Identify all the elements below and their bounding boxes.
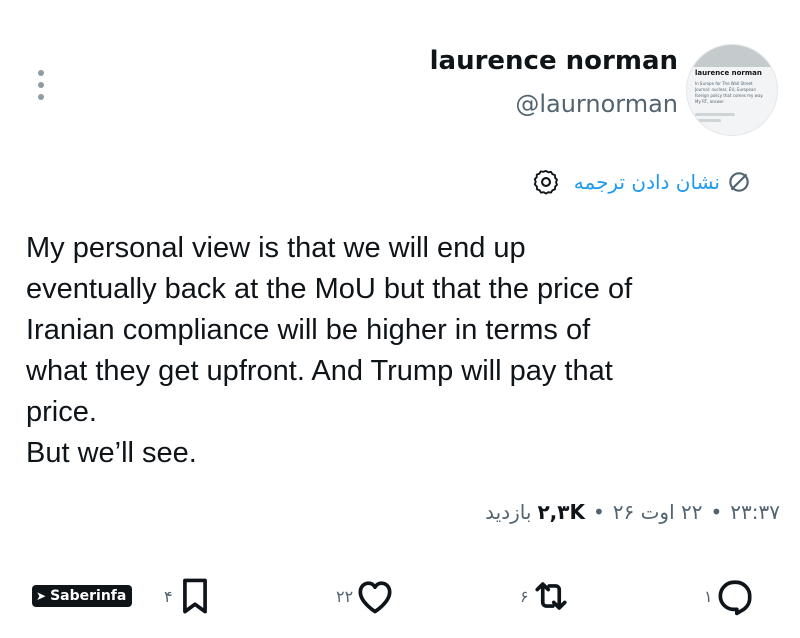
profile-name[interactable]: laurence norman [430, 46, 678, 76]
reply-icon [718, 580, 752, 616]
tweet-line: what they get upfront. And Trump will pa… [26, 355, 613, 387]
bookmark-button[interactable]: ۴ [164, 574, 217, 618]
heart-icon [358, 581, 392, 614]
translate-link[interactable]: نشان دادن ترجمه [574, 170, 720, 194]
separator: • [592, 500, 605, 524]
dot [38, 94, 44, 100]
like-count: ۲۲ [336, 586, 354, 606]
retweet-count: ۶ [520, 586, 529, 606]
avatar-preview-line [695, 113, 735, 116]
translate-row: نشان دادن ترجمه [532, 168, 752, 196]
more-options-button[interactable] [34, 70, 48, 100]
watermark: ➤ Saberinfa [32, 585, 133, 607]
avatar-preview-bio: In Europe for The Wall Street Journal: n… [695, 81, 764, 104]
avatar-banner [687, 45, 777, 67]
avatar-preview-line [695, 119, 721, 122]
reply-count: ۱ [704, 586, 713, 606]
like-button[interactable]: ۲۲ [336, 574, 397, 618]
tweet-text: My personal view is that we will end up … [26, 228, 782, 474]
tweet-date[interactable]: ۲۲ اوت ۲۶ [613, 500, 703, 524]
bookmark-count: ۴ [164, 586, 173, 606]
telegram-icon: ➤ [36, 589, 47, 603]
retweet-icon [535, 582, 567, 610]
gear-icon[interactable] [532, 168, 560, 196]
avatar[interactable]: laurence norman In Europe for The Wall S… [686, 44, 778, 136]
tweet-line: price. [26, 396, 97, 428]
tweet-line: eventually back at the MoU but that the … [26, 273, 633, 305]
tweet-meta: ۲۳:۳۷ • ۲۲ اوت ۲۶ • ۲,۳K بازدید [485, 500, 780, 524]
tweet-line: But we’ll see. [26, 437, 197, 469]
dot [38, 70, 44, 76]
dot [38, 82, 44, 88]
separator: • [710, 500, 723, 524]
watermark-text: Saberinfa [50, 588, 127, 604]
reply-button[interactable]: ۱ [704, 574, 757, 618]
profile-handle[interactable]: @laurnorman [515, 90, 678, 118]
translate-icon [729, 172, 749, 192]
views-label: بازدید [485, 500, 532, 524]
tweet-line: My personal view is that we will end up [26, 232, 526, 264]
tweet-time[interactable]: ۲۳:۳۷ [730, 500, 780, 524]
views-count: ۲,۳K [537, 500, 585, 524]
bookmark-icon [182, 578, 207, 614]
tweet-line: Iranian compliance will be higher in ter… [26, 314, 591, 346]
retweet-button[interactable]: ۶ [520, 574, 573, 618]
avatar-preview-name: laurence norman [695, 69, 762, 77]
